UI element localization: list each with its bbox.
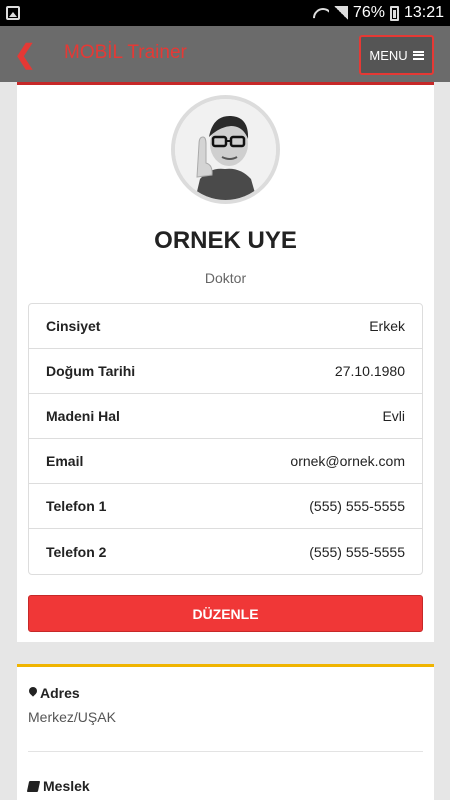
address-value: Merkez/UŞAK: [28, 709, 116, 725]
profile-card: ORNEK UYE Doktor Cinsiyet Erkek Doğum Ta…: [17, 85, 434, 642]
menu-button[interactable]: MENU: [359, 35, 434, 75]
info-value: (555) 555-5555: [309, 543, 405, 560]
book-icon: [26, 780, 41, 792]
person-photo-icon: [175, 99, 276, 200]
member-name: ORNEK UYE: [154, 227, 297, 254]
battery-icon: [389, 5, 399, 21]
info-value: 27.10.1980: [334, 363, 405, 379]
profession-title: Meslek: [43, 778, 90, 794]
info-value: Erkek: [369, 318, 405, 334]
avatar: [171, 95, 280, 204]
info-row-email: Email ornek@ornek.com: [29, 439, 422, 484]
info-row-phone-2: Telefon 2 (555) 555-5555: [29, 529, 422, 574]
app-bar: ❮ MOBİL Trainer MENU: [0, 26, 450, 82]
app-title: MOBİL Trainer: [64, 42, 187, 63]
info-label: Madeni Hal: [46, 408, 120, 424]
status-bar: 76% 13:21: [0, 0, 450, 26]
address-heading: Adres: [28, 685, 80, 701]
wifi-icon: [313, 6, 329, 20]
address-title: Adres: [40, 685, 80, 701]
hamburger-icon: [412, 50, 424, 60]
info-row-marital-status: Madeni Hal Evli: [29, 394, 422, 439]
gallery-icon: [6, 6, 20, 20]
info-label: Doğum Tarihi: [46, 363, 136, 379]
info-row-phone-1: Telefon 1 (555) 555-5555: [29, 484, 422, 529]
member-job: Doktor: [204, 270, 247, 286]
divider: [28, 751, 423, 752]
status-right: 76% 13:21: [313, 3, 444, 23]
menu-label: MENU: [369, 47, 408, 63]
info-label: Telefon 1: [46, 498, 107, 514]
profession-heading: Meslek: [26, 778, 90, 794]
info-label: Cinsiyet: [46, 318, 101, 334]
info-row-birthdate: Doğum Tarihi 27.10.1980: [29, 349, 422, 394]
clock: 13:21: [403, 4, 444, 21]
info-value: (555) 555-5555: [309, 498, 405, 514]
info-table: Cinsiyet Erkek Doğum Tarihi 27.10.1980 M…: [28, 303, 423, 575]
info-value: ornek@ornek.com: [290, 453, 405, 469]
details-card: Adres Merkez/UŞAK Meslek: [17, 664, 434, 800]
info-value: Evli: [382, 408, 405, 424]
back-arrow-icon[interactable]: ❮: [14, 40, 36, 68]
map-marker-icon: [28, 687, 38, 699]
battery-percent: 76%: [352, 4, 385, 21]
info-label: Telefon 2: [46, 543, 107, 560]
info-label: Email: [46, 453, 84, 469]
signal-icon: [333, 6, 348, 20]
edit-button[interactable]: DÜZENLE: [28, 595, 423, 632]
info-row-gender: Cinsiyet Erkek: [29, 304, 422, 349]
